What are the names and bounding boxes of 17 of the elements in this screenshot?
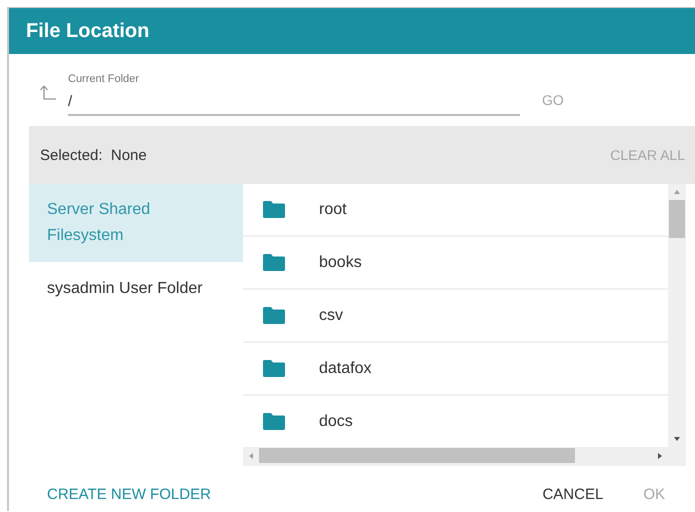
source-item[interactable]: sysadmin User Folder — [29, 262, 243, 312]
folder-name[interactable]: root — [319, 200, 347, 218]
folder-icon — [263, 307, 285, 324]
folder-icon — [263, 360, 285, 377]
folder-name[interactable]: csv — [319, 306, 343, 324]
folder-name[interactable]: books — [319, 254, 362, 272]
selected-label: Selected: None — [40, 146, 147, 164]
folder-icon — [263, 413, 285, 430]
folder-name[interactable]: docs — [319, 412, 353, 430]
up-arrow-icon[interactable] — [39, 84, 57, 102]
folder-field[interactable]: Current Folder / — [68, 73, 520, 116]
create-folder-button[interactable]: CREATE NEW FOLDER — [47, 486, 211, 503]
folder-icon — [263, 201, 285, 218]
dialog-title: File Location — [26, 20, 150, 42]
cancel-button[interactable]: CANCEL — [542, 486, 604, 503]
folder-name[interactable]: datafox — [319, 360, 372, 378]
folder-icon — [263, 254, 285, 271]
